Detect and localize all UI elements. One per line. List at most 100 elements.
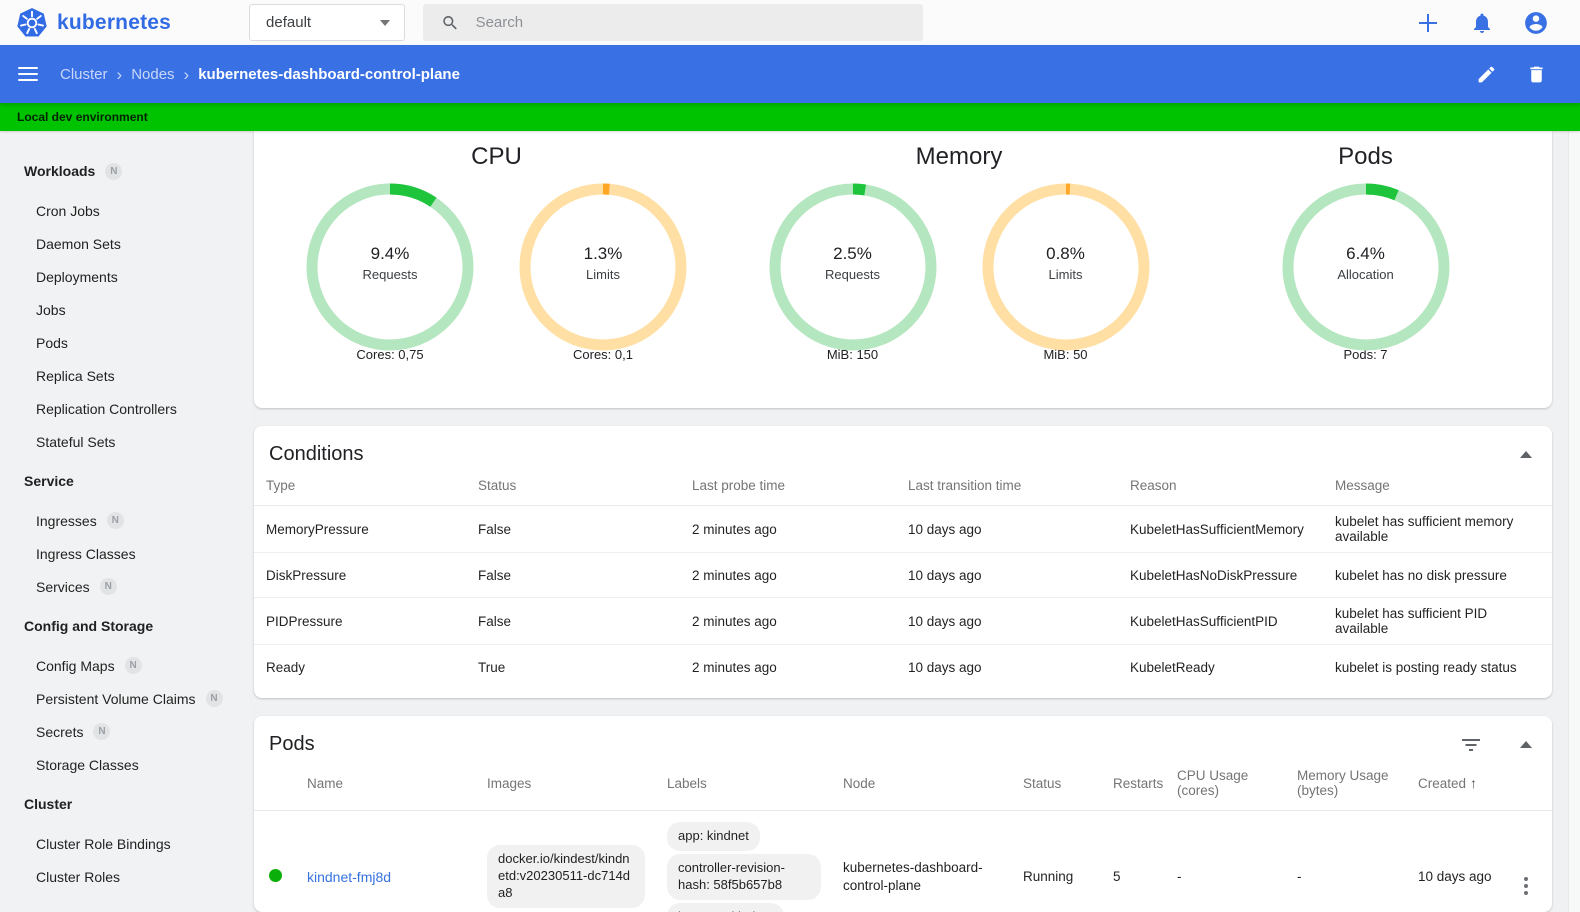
sidebar-item-deployments[interactable]: Deployments [0,260,250,293]
pod-name-link[interactable]: kindnet-fmj8d [307,869,391,885]
conditions-cell: DiskPressure [254,552,466,598]
pod-status-cell [254,811,295,912]
new-badge: N [106,512,124,529]
pods-column-label: CPU Usage (cores) [1177,768,1249,798]
sidebar-group-label: Config and Storage [24,618,154,634]
scrollbar[interactable] [1568,131,1580,912]
sidebar-item-label: Secrets [36,723,84,740]
sidebar-item-label: Ingress Classes [36,545,136,562]
sidebar-group-workloads[interactable]: Workloads N [0,154,250,188]
sidebar-group-config-and-storage[interactable]: Config and Storage [0,609,250,643]
conditions-cell: 2 minutes ago [680,597,896,645]
filter-icon[interactable] [1462,738,1480,751]
breadcrumb-cluster[interactable]: Cluster [60,66,108,83]
donut-percent: 6.4% [1346,244,1385,263]
sidebar-group-cluster[interactable]: Cluster [0,787,250,821]
sidebar-item-cluster-role-bindings[interactable]: Cluster Role Bindings [0,827,250,860]
pod-actions-cell [1512,811,1552,912]
sidebar-item-pods[interactable]: Pods [0,326,250,359]
pods-column-created[interactable]: Created ↑ [1406,762,1512,811]
edit-resource-button[interactable] [1472,60,1500,88]
pods-column-name[interactable]: Name [295,762,475,811]
allocation-group-title: Pods [1338,143,1393,170]
pods-column-images[interactable]: Images [475,762,655,811]
sidebar-item-label: Replica Sets [36,367,115,384]
donut-label: Allocation [1337,267,1394,282]
allocation-group-title: CPU [471,143,522,170]
sidebar-item-stateful-sets[interactable]: Stateful Sets [0,425,250,458]
content: CPU 9.4% Requests Cores: 0,75 1.3% Limits Core… [250,131,1580,912]
pods-column-label: Created [1418,776,1467,791]
donut-percent: 2.5% [833,244,872,263]
conditions-cell: 10 days ago [896,644,1118,690]
sidebar-item-replica-sets[interactable]: Replica Sets [0,359,250,392]
donut-chart-requests: 9.4% Requests Cores: 0,75 [306,183,474,362]
toolbar: Cluster › Nodes › kubernetes-dashboard-c… [0,45,1580,103]
sidebar-group-service[interactable]: Service [0,464,250,498]
dropdown-caret-icon [380,19,391,26]
sidebar-item-cluster-roles[interactable]: Cluster Roles [0,860,250,893]
donut-ring: 9.4% Requests [306,183,474,351]
sidebar-item-daemon-sets[interactable]: Daemon Sets [0,227,250,260]
label-chip-row: controller-revision-hash: 58f5b657b8 [667,853,821,900]
label-chip: controller-revision-hash: 58f5b657b8 [667,853,821,900]
sidebar-item-ingress-classes[interactable]: Ingress Classes [0,537,250,570]
sidebar-item-storage-classes[interactable]: Storage Classes [0,748,250,781]
sidebar-item-jobs[interactable]: Jobs [0,293,250,326]
conditions-cell: KubeletHasNoDiskPressure [1118,552,1323,598]
breadcrumb-nodes[interactable]: Nodes [131,66,174,83]
sidebar-item-label: Replication Controllers [36,400,177,417]
conditions-table: Type Status Last probe time Last transition… [254,472,1552,690]
delete-resource-button[interactable] [1522,60,1550,88]
pods-column-restarts[interactable]: Restarts [1101,762,1165,811]
conditions-cell: KubeletHasSufficientMemory [1130,521,1304,537]
pods-column-label: Labels [667,775,707,791]
sidebar-item-ingresses[interactable]: Ingresses N [0,504,250,537]
sidebar-item-secrets[interactable]: Secrets N [0,715,250,748]
new-badge: N [105,162,123,180]
sidebar-item-config-maps[interactable]: Config Maps N [0,649,250,682]
pods-column-memory-usage-bytes[interactable]: Memory Usage (bytes) [1285,762,1406,811]
donut-chart-limits: 0.8% Limits MiB: 50 [982,183,1150,362]
conditions-cell: 10 days ago [896,552,1118,598]
sidebar-item-cron-jobs[interactable]: Cron Jobs [0,194,250,227]
pods-title: Pods [269,733,315,755]
trash-icon [1529,66,1543,82]
pods-column-node[interactable]: Node [831,762,1011,811]
sidebar-item-label: Stateful Sets [36,433,116,450]
sidebar-item-label: Ingresses [36,512,97,529]
kubernetes-wheel-icon [17,7,47,37]
pods-column-status[interactable]: Status [1011,762,1101,811]
pods-column-label: Name [307,775,344,791]
allocation-group-pods: Pods 6.4% Allocation Pods: 7 [1179,139,1552,408]
pods-column-cpu-usage-cores[interactable]: CPU Usage (cores) [1165,762,1285,811]
collapse-conditions-icon[interactable] [1520,451,1532,458]
sidebar-item-label: Config Maps [36,657,115,674]
notifications-button[interactable] [1468,9,1496,37]
user-account-button[interactable] [1522,9,1550,37]
pods-column-labels[interactable]: Labels [655,762,831,811]
donut-ring: 6.4% Allocation [1282,183,1450,351]
namespace-select[interactable]: default [249,4,406,41]
sidebar-item-persistent-volume-claims[interactable]: Persistent Volume Claims N [0,682,250,715]
create-resource-button[interactable] [1414,9,1442,37]
sidebar-item-label: Cron Jobs [36,202,100,219]
label-chip-row: app: kindnet [667,822,821,851]
search-input[interactable] [475,14,912,31]
pods-column-actions [1512,762,1552,811]
pods-card: Pods Name Images Labels Node Status Restarts C… [254,716,1552,912]
account-circle-icon [1525,11,1547,34]
new-badge: N [93,723,111,740]
main: Workloads N Cron Jobs Daemon Sets Deployment… [0,131,1580,912]
sidebar-group-label: Workloads [24,163,96,179]
sidebar-item-services[interactable]: Services N [0,570,250,603]
donut-label: Limits [1048,267,1083,282]
new-badge: N [99,578,117,595]
conditions-card: Conditions Type Status Last probe time Last… [254,426,1552,698]
sidebar-item-replication-controllers[interactable]: Replication Controllers [0,392,250,425]
menu-hamburger-button[interactable] [18,67,38,81]
donut-ring: 0.8% Limits [982,183,1150,351]
conditions-cell: kubelet has sufficient memory available [1335,514,1514,544]
kubernetes-logo[interactable]: kubernetes [16,7,171,39]
collapse-pods-icon[interactable] [1520,741,1532,748]
